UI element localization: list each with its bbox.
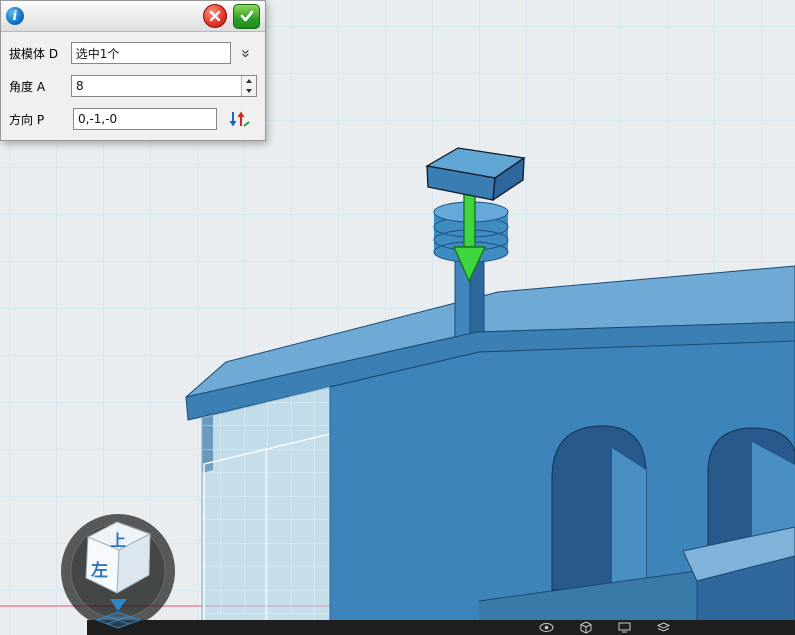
confirm-button[interactable] bbox=[233, 4, 260, 29]
angle-spin-up[interactable] bbox=[242, 76, 256, 86]
draft-body-input[interactable] bbox=[71, 42, 231, 64]
close-icon bbox=[209, 10, 221, 22]
angle-label: 角度 A bbox=[9, 78, 71, 95]
info-icon: i bbox=[6, 7, 24, 25]
spin-down-icon bbox=[246, 89, 252, 93]
field-row-direction: 方向 P bbox=[9, 107, 257, 131]
flip-direction-button[interactable] bbox=[224, 108, 252, 130]
check-icon bbox=[240, 10, 254, 22]
angle-spin-down[interactable] bbox=[242, 86, 256, 96]
angle-input[interactable] bbox=[71, 75, 257, 97]
chevron-double-down-icon: » bbox=[239, 49, 254, 57]
angle-spinner bbox=[241, 76, 256, 96]
cube-icon[interactable] bbox=[580, 621, 592, 634]
visibility-icon[interactable] bbox=[539, 622, 554, 633]
direction-label: 方向 P bbox=[9, 111, 73, 128]
direction-input[interactable] bbox=[73, 108, 217, 130]
draft-body-label: 拔模体 D bbox=[9, 45, 71, 62]
arch-center-inner-wall bbox=[612, 448, 646, 584]
cancel-button[interactable] bbox=[203, 4, 227, 28]
dialog-titlebar[interactable]: i bbox=[1, 1, 265, 32]
flip-direction-icon bbox=[226, 109, 250, 129]
draft-dialog: i 拔模体 D » 角度 A 方向 P bbox=[0, 0, 266, 141]
spin-up-icon bbox=[246, 79, 252, 83]
field-row-angle: 角度 A bbox=[9, 74, 257, 98]
highlight-wirebox[interactable] bbox=[204, 434, 330, 632]
expand-list-button[interactable]: » bbox=[236, 42, 257, 64]
status-bar bbox=[87, 620, 795, 635]
layers-icon[interactable] bbox=[657, 622, 670, 633]
display-icon[interactable] bbox=[618, 622, 631, 633]
field-row-draft-body: 拔模体 D » bbox=[9, 41, 257, 65]
